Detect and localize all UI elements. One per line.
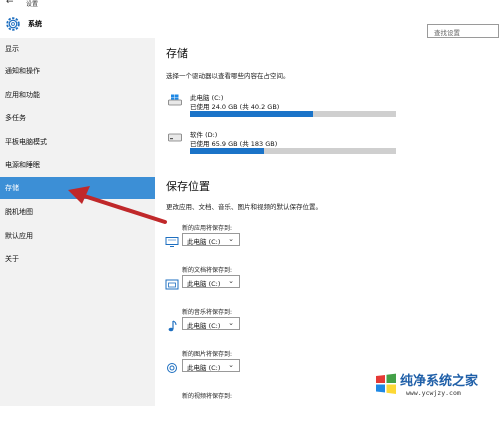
- music-note-icon: [168, 320, 177, 332]
- drive-d[interactable]: 软件 (D:) 已使用 65.9 GB (共 183 GB): [168, 129, 396, 159]
- select-value: 此电脑 (C:): [187, 238, 221, 246]
- save-location-pictures: 新的图片将保存到: 此电脑 (C:) ⌄: [165, 349, 395, 383]
- save-location-select[interactable]: 此电脑 (C:) ⌄: [182, 233, 240, 246]
- save-location-select[interactable]: 此电脑 (C:) ⌄: [182, 317, 240, 330]
- save-location-label: 新的音乐将保存到:: [182, 309, 233, 316]
- drive-usage: 已使用 65.9 GB (共 183 GB): [190, 140, 278, 148]
- storage-heading: 存储: [166, 47, 188, 60]
- windows-drive-icon: [168, 94, 182, 106]
- save-location-label: 新的应用将保存到:: [182, 225, 233, 232]
- save-location-music: 新的音乐将保存到: 此电脑 (C:) ⌄: [165, 307, 395, 341]
- back-arrow-icon[interactable]: ←: [6, 0, 14, 7]
- usage-bar: [190, 148, 396, 154]
- chevron-down-icon: ⌄: [228, 361, 234, 369]
- sidebar-item-apps[interactable]: 应用和功能: [0, 84, 155, 106]
- save-location-apps: 新的应用将保存到: 此电脑 (C:) ⌄: [165, 223, 395, 257]
- sidebar-item-notifications[interactable]: 通知和操作: [0, 60, 155, 82]
- save-locations-heading: 保存位置: [166, 180, 210, 193]
- hard-drive-icon: [168, 133, 182, 142]
- storage-description: 选择一个驱动器以查看哪些内容在占空间。: [166, 72, 290, 80]
- chevron-down-icon: ⌄: [228, 235, 234, 243]
- select-value: 此电脑 (C:): [187, 322, 221, 330]
- save-location-label: 新的视频将保存到:: [182, 393, 233, 400]
- windows-logo-icon: [376, 373, 396, 394]
- drive-usage: 已使用 24.0 GB (共 40.2 GB): [190, 103, 280, 111]
- settings-header: 系统 查找设置: [0, 10, 500, 38]
- chevron-down-icon: ⌄: [228, 277, 234, 285]
- save-location-videos: 新的视频将保存到:: [165, 391, 395, 425]
- document-folder-icon: [165, 279, 179, 290]
- camera-icon: [167, 363, 177, 373]
- title-bar: ← 设置: [0, 0, 500, 10]
- sidebar-item-tablet-mode[interactable]: 平板电脑模式: [0, 131, 155, 153]
- watermark-text: 纯净系统之家: [400, 374, 479, 389]
- sidebar-item-display[interactable]: 显示: [0, 38, 155, 60]
- sidebar-item-about[interactable]: 关于: [0, 248, 155, 270]
- drive-c[interactable]: 此电脑 (C:) 已使用 24.0 GB (共 40.2 GB): [168, 92, 396, 122]
- annotation-arrow: [68, 186, 167, 224]
- usage-bar-fill: [190, 148, 265, 154]
- save-location-label: 新的文档将保存到:: [182, 267, 233, 274]
- save-location-select[interactable]: 此电脑 (C:) ⌄: [182, 359, 240, 372]
- watermark: 纯净系统之家 www.ycwjzy.com: [372, 366, 500, 406]
- sidebar-item-power-sleep[interactable]: 电源和睡眠: [0, 154, 155, 176]
- select-value: 此电脑 (C:): [187, 364, 221, 372]
- page-title: 系统: [28, 20, 42, 28]
- watermark-url: www.ycwjzy.com: [406, 389, 461, 397]
- select-value: 此电脑 (C:): [187, 280, 221, 288]
- gear-icon: [6, 17, 20, 31]
- save-location-select[interactable]: 此电脑 (C:) ⌄: [182, 275, 240, 288]
- save-location-label: 新的图片将保存到:: [182, 351, 233, 358]
- window-title: 设置: [26, 1, 39, 8]
- main-content: 存储 选择一个驱动器以查看哪些内容在占空间。 此电脑 (C:) 已使用 24.0…: [155, 38, 500, 406]
- search-input[interactable]: 查找设置: [427, 24, 499, 38]
- save-locations-description: 更改应用、文档、音乐、图片和视频的默认保存位置。: [166, 203, 322, 211]
- chevron-down-icon: ⌄: [228, 319, 234, 327]
- monitor-icon: [165, 237, 179, 247]
- sidebar-item-multitasking[interactable]: 多任务: [0, 107, 155, 129]
- usage-bar-fill: [190, 111, 313, 117]
- save-location-documents: 新的文档将保存到: 此电脑 (C:) ⌄: [165, 265, 395, 299]
- usage-bar: [190, 111, 396, 117]
